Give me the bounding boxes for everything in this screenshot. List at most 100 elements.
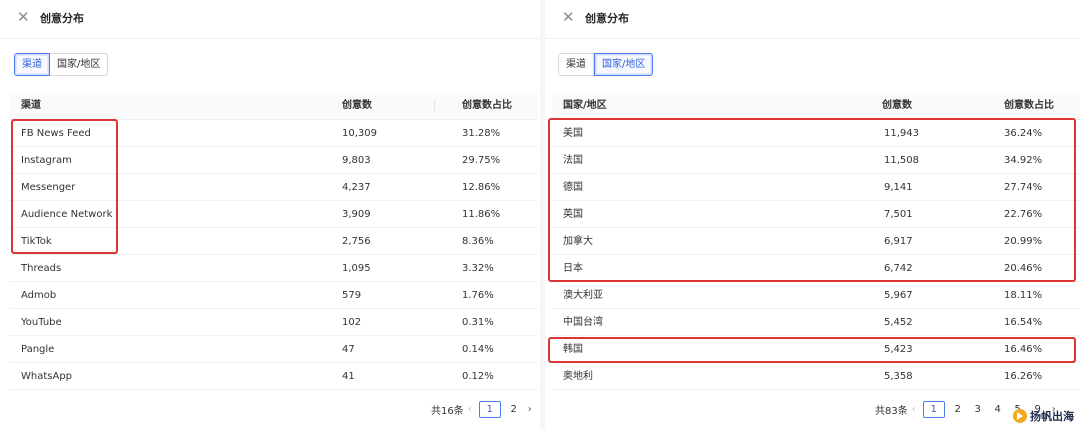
pagination-total: 共16条 bbox=[431, 405, 464, 417]
channel-name-cell: FB News Feed bbox=[21, 128, 91, 139]
creative-count-cell: 579 bbox=[342, 290, 362, 301]
creative-count-cell: 3,909 bbox=[342, 209, 371, 220]
creative-share-cell: 29.75% bbox=[462, 155, 501, 166]
page-4-button[interactable]: 4 bbox=[991, 404, 1005, 415]
watermark: 扬帆出海 bbox=[1013, 408, 1074, 424]
table-row: 澳大利亚 5,967 18.11% bbox=[552, 282, 1080, 309]
table-row: 中国台湾 5,452 16.54% bbox=[552, 309, 1080, 336]
table-row: WhatsApp 41 0.12% bbox=[10, 363, 538, 390]
table-row: YouTube 102 0.31% bbox=[10, 309, 538, 336]
creative-count-cell: 6,742 bbox=[884, 263, 913, 274]
country-name-cell: 奥地利 bbox=[563, 371, 593, 382]
country-name-cell: 中国台湾 bbox=[563, 317, 603, 328]
panel-title: 创意分布 bbox=[585, 12, 629, 25]
creative-count-cell: 41 bbox=[342, 371, 355, 382]
panel-title: 创意分布 bbox=[40, 12, 84, 25]
table-row: Audience Network 3,909 11.86% bbox=[10, 201, 538, 228]
country-name-cell: 美国 bbox=[563, 128, 583, 139]
table-row: TikTok 2,756 8.36% bbox=[10, 228, 538, 255]
column-header-channel: 渠道 bbox=[21, 100, 41, 111]
panel-header: ✕ 创意分布 bbox=[0, 0, 540, 39]
creative-share-cell: 3.32% bbox=[462, 263, 494, 274]
country-name-cell: 韩国 bbox=[563, 344, 583, 355]
creative-share-cell: 34.92% bbox=[1004, 155, 1043, 166]
table-header: 渠道 创意数 创意数占比 bbox=[10, 93, 538, 120]
country-name-cell: 日本 bbox=[563, 263, 583, 274]
play-logo-icon bbox=[1013, 409, 1027, 423]
column-header-count: 创意数 bbox=[882, 100, 912, 111]
table-header: 国家/地区 创意数 创意数占比 bbox=[552, 93, 1080, 120]
country-name-cell: 澳大利亚 bbox=[563, 290, 603, 301]
page-1-button[interactable]: 1 bbox=[478, 400, 501, 418]
channel-name-cell: TikTok bbox=[21, 236, 52, 247]
table-row: 日本 6,742 20.46% bbox=[552, 255, 1080, 282]
prev-page-icon[interactable]: ‹ bbox=[468, 404, 472, 415]
column-header-share: 创意数占比 bbox=[462, 100, 512, 111]
page-2-button[interactable]: 2 bbox=[507, 404, 521, 415]
creative-share-cell: 31.28% bbox=[462, 128, 501, 139]
creative-count-cell: 6,917 bbox=[884, 236, 913, 247]
creative-count-cell: 5,967 bbox=[884, 290, 913, 301]
creative-share-cell: 18.11% bbox=[1004, 290, 1043, 301]
watermark-text: 扬帆出海 bbox=[1030, 410, 1074, 423]
creative-count-cell: 10,309 bbox=[342, 128, 377, 139]
page-3-button[interactable]: 3 bbox=[971, 404, 985, 415]
page-1-button[interactable]: 1 bbox=[922, 400, 945, 418]
table-body: 美国 11,943 36.24% 法国 11,508 34.92% 德国 9,141 27.74… bbox=[552, 120, 1080, 390]
table-row: 英国 7,501 22.76% bbox=[552, 201, 1080, 228]
table-row: Instagram 9,803 29.75% bbox=[10, 147, 538, 174]
country-name-cell: 德国 bbox=[563, 182, 583, 193]
table-row: Admob 579 1.76% bbox=[10, 282, 538, 309]
creative-share-cell: 8.36% bbox=[462, 236, 494, 247]
tab-channel[interactable]: 渠道 bbox=[558, 53, 594, 76]
table-row: 加拿大 6,917 20.99% bbox=[552, 228, 1080, 255]
creative-count-cell: 4,237 bbox=[342, 182, 371, 193]
pagination: 共16条 ‹ 1 2 › bbox=[431, 400, 536, 418]
creative-share-cell: 27.74% bbox=[1004, 182, 1043, 193]
table-row: 奥地利 5,358 16.26% bbox=[552, 363, 1080, 390]
creative-share-cell: 12.86% bbox=[462, 182, 501, 193]
channel-name-cell: Threads bbox=[21, 263, 62, 274]
creative-count-cell: 5,452 bbox=[884, 317, 913, 328]
column-header-share: 创意数占比 bbox=[1004, 100, 1054, 111]
creative-share-cell: 11.86% bbox=[462, 209, 501, 220]
next-page-icon[interactable]: › bbox=[528, 404, 532, 415]
creative-share-cell: 0.12% bbox=[462, 371, 494, 382]
creative-share-cell: 16.46% bbox=[1004, 344, 1043, 355]
channel-name-cell: Messenger bbox=[21, 182, 76, 193]
creative-count-cell: 5,358 bbox=[884, 371, 913, 382]
creative-share-cell: 0.14% bbox=[462, 344, 494, 355]
channel-name-cell: Instagram bbox=[21, 155, 72, 166]
close-icon[interactable]: ✕ bbox=[17, 8, 30, 26]
tab-group: 渠道 国家/地区 bbox=[558, 53, 654, 76]
creative-count-cell: 9,803 bbox=[342, 155, 371, 166]
tab-country-region[interactable]: 国家/地区 bbox=[594, 53, 654, 76]
country-name-cell: 英国 bbox=[563, 209, 583, 220]
table-row: 韩国 5,423 16.46% bbox=[552, 336, 1080, 363]
panel-header: ✕ 创意分布 bbox=[545, 0, 1080, 39]
pagination-total: 共83条 bbox=[875, 405, 908, 417]
creative-count-cell: 9,141 bbox=[884, 182, 913, 193]
creative-count-cell: 1,095 bbox=[342, 263, 371, 274]
tab-country-region[interactable]: 国家/地区 bbox=[50, 53, 109, 76]
creative-share-cell: 16.54% bbox=[1004, 317, 1043, 328]
creative-share-cell: 20.46% bbox=[1004, 263, 1043, 274]
table-row: Pangle 47 0.14% bbox=[10, 336, 538, 363]
table-row: Threads 1,095 3.32% bbox=[10, 255, 538, 282]
tab-channel[interactable]: 渠道 bbox=[14, 53, 50, 76]
creative-share-cell: 16.26% bbox=[1004, 371, 1043, 382]
creative-count-cell: 11,943 bbox=[884, 128, 919, 139]
creative-count-cell: 7,501 bbox=[884, 209, 913, 220]
creative-share-cell: 20.99% bbox=[1004, 236, 1043, 247]
channel-name-cell: Admob bbox=[21, 290, 57, 301]
page-2-button[interactable]: 2 bbox=[951, 404, 965, 415]
table-body: FB News Feed 10,309 31.28% Instagram 9,803 29… bbox=[10, 120, 538, 390]
creative-count-cell: 102 bbox=[342, 317, 362, 328]
creative-count-cell: 5,423 bbox=[884, 344, 913, 355]
column-header-count: 创意数 bbox=[342, 100, 372, 111]
channel-name-cell: Audience Network bbox=[21, 209, 113, 220]
close-icon[interactable]: ✕ bbox=[562, 8, 575, 26]
creative-share-cell: 1.76% bbox=[462, 290, 494, 301]
table-row: Messenger 4,237 12.86% bbox=[10, 174, 538, 201]
prev-page-icon[interactable]: ‹ bbox=[912, 404, 916, 415]
